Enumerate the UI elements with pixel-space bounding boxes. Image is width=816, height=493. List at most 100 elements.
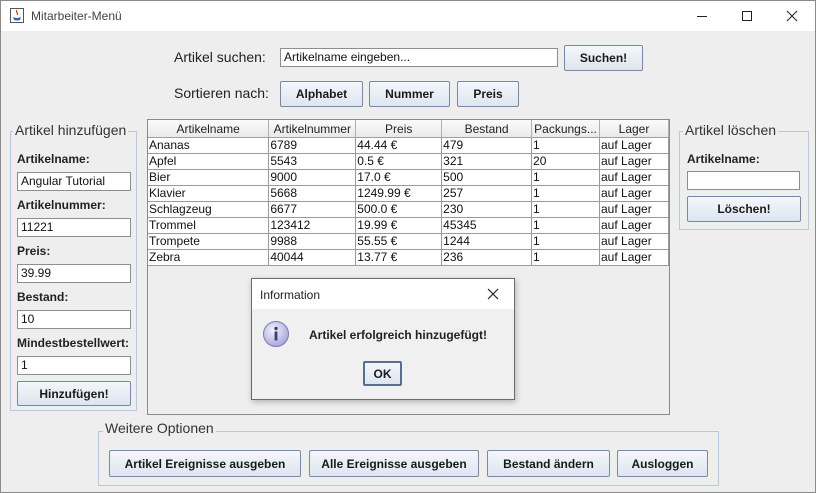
table-cell[interactable]: 1 bbox=[531, 201, 600, 218]
table-cell[interactable]: 1 bbox=[531, 169, 600, 186]
table-cell[interactable]: Schlagzeug bbox=[148, 201, 270, 218]
table-cell[interactable]: 1249.99 € bbox=[355, 185, 443, 202]
table-cell[interactable]: Ananas bbox=[148, 137, 270, 154]
table-row[interactable]: Trompete 9988 55.55 €1244 1 auf Lager bbox=[148, 233, 669, 250]
table-cell[interactable]: 500.0 € bbox=[355, 201, 443, 218]
table-cell[interactable]: auf Lager bbox=[599, 153, 669, 170]
table-cell[interactable]: Zebra bbox=[148, 249, 270, 266]
table-cell[interactable]: 20 bbox=[531, 153, 600, 170]
table-row[interactable]: Bier 9000 17.0 €500 1 auf Lager bbox=[148, 169, 669, 186]
table-cell[interactable]: 13.77 € bbox=[355, 249, 443, 266]
sort-alphabet-button[interactable]: Alphabet bbox=[280, 81, 363, 107]
add-article-button[interactable]: Hinzufügen! bbox=[17, 381, 131, 406]
information-dialog[interactable]: Information Artikel erfolgreich hinzugef… bbox=[251, 278, 515, 400]
column-header[interactable]: Bestand bbox=[441, 120, 533, 138]
dialog-title-bar[interactable]: Information bbox=[252, 279, 514, 309]
table-cell[interactable]: Trommel bbox=[148, 217, 270, 234]
window-title: Mitarbeiter-Menü bbox=[31, 9, 122, 23]
change-stock-button[interactable]: Bestand ändern bbox=[487, 450, 610, 477]
add-article-title: Artikel hinzufügen bbox=[13, 122, 129, 138]
table-row[interactable]: Klavier 5668 1249.99 €257 1 auf Lager bbox=[148, 185, 669, 202]
table-body[interactable]: Ananas 6789 44.44 €479 1 auf Lager Apfel 5543 0… bbox=[148, 137, 669, 266]
table-cell[interactable]: 19.99 € bbox=[355, 217, 443, 234]
column-header[interactable]: Artikelnummer bbox=[268, 120, 357, 138]
table-cell[interactable]: 6789 bbox=[268, 137, 357, 154]
table-cell[interactable]: 123412 bbox=[268, 217, 357, 234]
add-min-order-field[interactable]: 1 bbox=[17, 356, 131, 375]
table-cell[interactable]: auf Lager bbox=[599, 137, 669, 154]
maximize-icon bbox=[742, 11, 752, 21]
table-cell[interactable]: 17.0 € bbox=[355, 169, 443, 186]
all-events-button[interactable]: Alle Ereignisse ausgeben bbox=[309, 450, 479, 477]
column-header[interactable]: Packungs... bbox=[531, 120, 600, 138]
table-cell[interactable]: Trompete bbox=[148, 233, 270, 250]
column-header[interactable]: Lager bbox=[599, 120, 669, 138]
add-price-field[interactable]: 39.99 bbox=[17, 264, 131, 283]
table-cell[interactable]: Bier bbox=[148, 169, 270, 186]
column-header[interactable]: Artikelname bbox=[148, 120, 270, 138]
close-window-button[interactable] bbox=[769, 1, 815, 31]
table-cell[interactable]: 236 bbox=[441, 249, 533, 266]
maximize-button[interactable] bbox=[724, 1, 770, 31]
table-cell[interactable]: 9000 bbox=[268, 169, 357, 186]
minimize-button[interactable] bbox=[679, 1, 725, 31]
table-cell[interactable]: 321 bbox=[441, 153, 533, 170]
logout-button[interactable]: Ausloggen bbox=[617, 450, 708, 477]
table-cell[interactable]: auf Lager bbox=[599, 217, 669, 234]
delete-article-button[interactable]: Löschen! bbox=[687, 196, 801, 222]
table-cell[interactable]: 40044 bbox=[268, 249, 357, 266]
table-row[interactable]: Schlagzeug 6677 500.0 €230 1 auf Lager bbox=[148, 201, 669, 218]
table-cell[interactable]: 479 bbox=[441, 137, 533, 154]
options-title: Weitere Optionen bbox=[103, 420, 216, 436]
table-cell[interactable]: 1 bbox=[531, 249, 600, 266]
table-cell[interactable]: 5668 bbox=[268, 185, 357, 202]
table-cell[interactable]: 1 bbox=[531, 217, 600, 234]
table-row[interactable]: Zebra 40044 13.77 €236 1 auf Lager bbox=[148, 249, 669, 266]
article-events-button[interactable]: Artikel Ereignisse ausgeben bbox=[109, 450, 301, 477]
search-button[interactable]: Suchen! bbox=[564, 45, 643, 71]
add-name-field[interactable]: Angular Tutorial bbox=[17, 172, 131, 191]
table-cell[interactable]: 230 bbox=[441, 201, 533, 218]
table-cell[interactable]: 1 bbox=[531, 137, 600, 154]
table-cell[interactable]: 44.44 € bbox=[355, 137, 443, 154]
table-cell[interactable]: Apfel bbox=[148, 153, 270, 170]
table-cell[interactable]: 1 bbox=[531, 233, 600, 250]
sort-number-button[interactable]: Nummer bbox=[369, 81, 450, 107]
table-row[interactable]: Ananas 6789 44.44 €479 1 auf Lager bbox=[148, 137, 669, 154]
table-cell[interactable]: 500 bbox=[441, 169, 533, 186]
table-row[interactable]: Trommel 123412 19.99 €45345 1 auf Lager bbox=[148, 217, 669, 234]
table-cell[interactable]: 6677 bbox=[268, 201, 357, 218]
java-icon bbox=[10, 8, 24, 23]
sort-label: Sortieren nach: bbox=[174, 85, 269, 101]
add-number-field[interactable]: 11221 bbox=[17, 218, 131, 237]
table-cell[interactable]: 45345 bbox=[441, 217, 533, 234]
delete-article-title: Artikel löschen bbox=[683, 122, 779, 138]
table-cell[interactable]: 1244 bbox=[441, 233, 533, 250]
add-stock-field[interactable]: 10 bbox=[17, 310, 131, 329]
article-table-grid[interactable]: Artikelname Artikelnummer Preis Bestand Pack… bbox=[148, 120, 669, 266]
table-cell[interactable]: 55.55 € bbox=[355, 233, 443, 250]
table-cell[interactable]: 5543 bbox=[268, 153, 357, 170]
table-header-row: Artikelname Artikelnummer Preis Bestand Pack… bbox=[148, 120, 669, 138]
table-cell[interactable]: 257 bbox=[441, 185, 533, 202]
title-bar[interactable]: Mitarbeiter-Menü bbox=[1, 1, 815, 31]
table-cell[interactable]: auf Lager bbox=[599, 201, 669, 218]
add-name-label: Artikelname: bbox=[17, 152, 90, 166]
table-cell[interactable]: 9988 bbox=[268, 233, 357, 250]
table-cell[interactable]: Klavier bbox=[148, 185, 270, 202]
dialog-ok-button[interactable]: OK bbox=[363, 361, 402, 386]
search-input[interactable]: Artikelname eingeben... bbox=[280, 48, 558, 67]
table-cell[interactable]: 0.5 € bbox=[355, 153, 443, 170]
dialog-title: Information bbox=[260, 288, 321, 302]
delete-name-field[interactable] bbox=[687, 171, 800, 190]
table-cell[interactable]: 1 bbox=[531, 185, 600, 202]
table-cell[interactable]: auf Lager bbox=[599, 249, 669, 266]
dialog-close-button[interactable] bbox=[486, 286, 502, 302]
info-icon bbox=[262, 320, 290, 348]
table-cell[interactable]: auf Lager bbox=[599, 185, 669, 202]
column-header[interactable]: Preis bbox=[355, 120, 443, 138]
table-row[interactable]: Apfel 5543 0.5 €321 20 auf Lager bbox=[148, 153, 669, 170]
table-cell[interactable]: auf Lager bbox=[599, 233, 669, 250]
table-cell[interactable]: auf Lager bbox=[599, 169, 669, 186]
sort-price-button[interactable]: Preis bbox=[457, 81, 519, 107]
